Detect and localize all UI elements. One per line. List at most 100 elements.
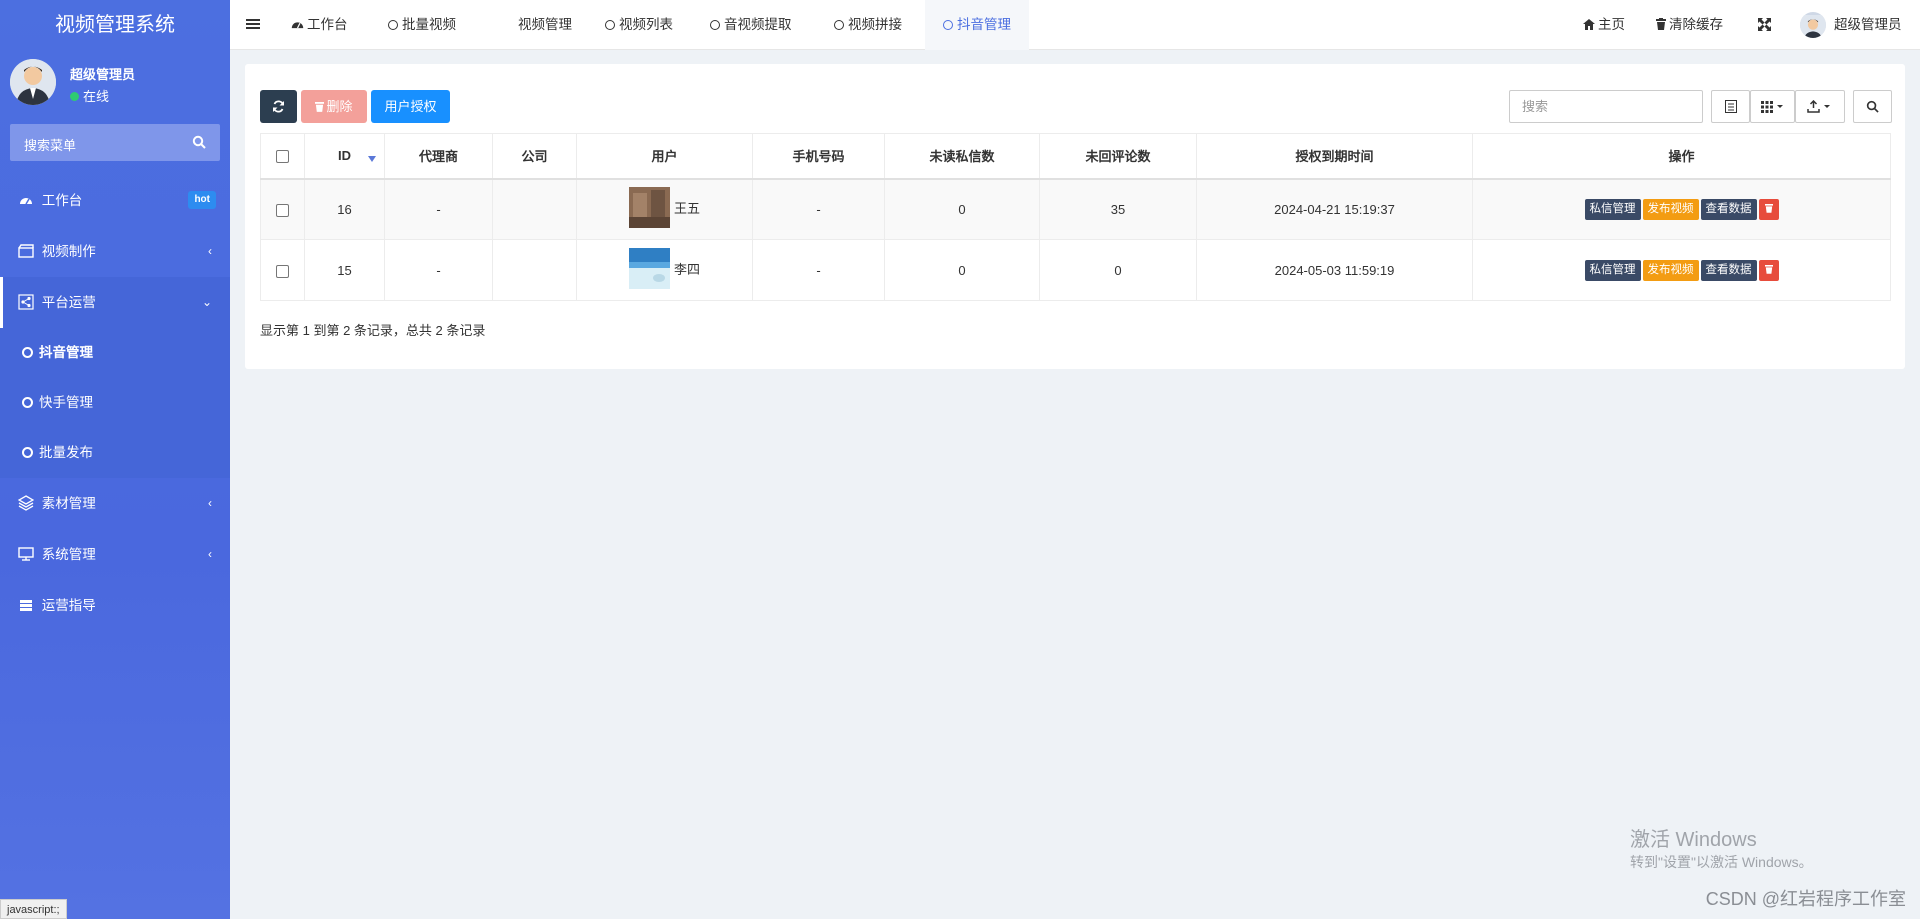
chevron-left-icon: ‹	[208, 244, 212, 258]
refresh-button[interactable]	[260, 90, 297, 123]
user-avatar	[10, 59, 56, 105]
column-header-unreplied: 未回评论数	[1039, 133, 1197, 180]
message-manage-button[interactable]: 私信管理	[1584, 198, 1641, 220]
sidebar-item-label: 运营指导	[41, 598, 96, 613]
user-thumbnail[interactable]	[628, 187, 670, 229]
select-all-checkbox[interactable]	[276, 150, 289, 164]
user-name-text: 李四	[673, 262, 700, 277]
fullscreen-button[interactable]	[1758, 0, 1771, 50]
cell-phone: -	[752, 178, 885, 240]
sidebar-item-platform-ops[interactable]: 平台运营 ⌄	[0, 277, 230, 328]
circle-icon	[388, 20, 398, 30]
column-header-id[interactable]: ID	[304, 133, 385, 180]
sidebar-subitem-douyin[interactable]: 抖音管理	[0, 328, 230, 378]
clear-cache-button[interactable]: 清除缓存	[1656, 0, 1723, 50]
table-header-row: ID 代理商 公司 用户 手机号码 未读私信数 未回评论数 授权到期时间 操作	[260, 133, 1891, 180]
user-avatar	[1800, 12, 1826, 39]
search-icon[interactable]	[192, 135, 206, 149]
sidebar-item-video-production[interactable]: 视频制作 ‹	[0, 226, 230, 277]
pagination-summary: 显示第 1 到第 2 条记录，总共 2 条记录	[260, 323, 486, 338]
view-data-button[interactable]: 查看数据	[1700, 198, 1757, 220]
sidebar-item-label: 系统管理	[41, 547, 96, 562]
row-checkbox[interactable]	[276, 203, 289, 217]
cell-company	[492, 239, 577, 301]
home-link[interactable]: 主页	[1583, 0, 1625, 50]
select-all-checkbox-cell[interactable]	[260, 133, 305, 180]
sidebar-item-dashboard[interactable]: 工作台 hot	[0, 175, 230, 226]
trash-icon	[315, 102, 325, 112]
user-status: 在线	[70, 86, 109, 105]
row-checkbox[interactable]	[276, 264, 289, 278]
cell-expire: 2024-04-21 15:19:37	[1196, 178, 1473, 240]
platform-ops-submenu: 抖音管理 快手管理 批量发布	[0, 328, 230, 478]
server-icon	[20, 600, 32, 611]
column-header-agent: 代理商	[384, 133, 493, 180]
delete-row-button[interactable]	[1758, 198, 1779, 220]
list-view-icon	[1725, 100, 1737, 113]
fullscreen-icon	[1758, 18, 1771, 31]
advanced-search-button[interactable]	[1853, 90, 1892, 123]
sidebar-item-label: 平台运营	[41, 295, 96, 310]
columns-dropdown-button[interactable]	[1750, 90, 1795, 123]
delete-row-button[interactable]	[1758, 259, 1779, 281]
online-dot-icon	[70, 92, 79, 101]
table-search-input[interactable]	[1509, 90, 1703, 123]
column-header-user: 用户	[576, 133, 753, 180]
delete-button[interactable]: 删除	[301, 90, 367, 123]
user-menu[interactable]: 超级管理员	[1800, 0, 1902, 50]
tab-batch-video[interactable]: 批量视频	[382, 0, 462, 50]
sidebar-menu: 工作台 hot 视频制作 ‹ 平台运营 ⌄ 抖音管理 快手管理 批量发布 素材管…	[0, 175, 230, 631]
content-panel: 删除 用户授权 ID 代理商 公司 用户 手机号码 未读私信数 未回评论数 授权…	[245, 64, 1905, 369]
cell-user: 李四	[576, 239, 753, 301]
tab-video-splice[interactable]: 视频拼接	[828, 0, 908, 50]
sidebar-item-materials[interactable]: 素材管理 ‹	[0, 478, 230, 529]
toggle-view-button[interactable]	[1711, 90, 1750, 123]
tab-dashboard[interactable]: 工作台	[285, 0, 354, 50]
menu-search-input[interactable]: 搜索菜单	[10, 124, 220, 161]
douyin-account-table: ID 代理商 公司 用户 手机号码 未读私信数 未回评论数 授权到期时间 操作 …	[260, 133, 1891, 301]
sidebar-item-system[interactable]: 系统管理 ‹	[0, 529, 230, 580]
cell-actions: 私信管理 发布视频 查看数据	[1472, 239, 1891, 301]
sort-desc-icon[interactable]	[368, 156, 376, 162]
user-thumbnail[interactable]	[628, 248, 670, 289]
row-checkbox-cell[interactable]	[260, 178, 305, 240]
top-navbar: 工作台 批量视频 视频管理 视频列表 音视频提取 视频拼接 抖音管理 主页 清除…	[230, 0, 1920, 50]
circle-icon	[22, 397, 33, 408]
circle-icon	[943, 20, 953, 30]
table-row: 16 - 王五 - 0 35 2024-04-21 15:19:37 私信管理发…	[260, 178, 1891, 240]
status-bar-url: javascript:;	[0, 899, 67, 919]
circle-icon	[605, 20, 615, 30]
column-header-unread: 未读私信数	[884, 133, 1040, 180]
home-icon	[1583, 19, 1595, 30]
film-icon	[18, 244, 34, 258]
cell-expire: 2024-05-03 11:59:19	[1196, 239, 1473, 301]
tab-video-list[interactable]: 视频列表	[599, 0, 679, 50]
cell-agent: -	[384, 178, 493, 240]
user-name-text: 王五	[673, 201, 700, 217]
refresh-icon	[273, 100, 284, 113]
row-checkbox-cell[interactable]	[260, 239, 305, 301]
sidebar-subitem-batch-publish[interactable]: 批量发布	[0, 428, 230, 478]
publish-video-button[interactable]: 发布视频	[1642, 259, 1699, 281]
column-header-expire: 授权到期时间	[1196, 133, 1473, 180]
trash-icon	[1764, 203, 1773, 213]
view-data-button[interactable]: 查看数据	[1700, 259, 1757, 281]
menu-toggle-icon[interactable]	[246, 17, 260, 31]
message-manage-button[interactable]: 私信管理	[1584, 259, 1641, 281]
cell-unread: 0	[884, 178, 1040, 240]
publish-video-button[interactable]: 发布视频	[1642, 198, 1699, 220]
circle-icon	[834, 20, 844, 30]
tab-av-extract[interactable]: 音视频提取	[704, 0, 798, 50]
cell-company	[492, 178, 577, 240]
cell-id: 16	[304, 178, 385, 240]
cell-unread: 0	[884, 239, 1040, 301]
user-auth-button[interactable]: 用户授权	[371, 90, 450, 123]
sidebar-item-ops-guide[interactable]: 运营指导	[0, 580, 230, 631]
app-title: 视频管理系统	[55, 14, 175, 36]
sidebar-subitem-kuaishou[interactable]: 快手管理	[0, 378, 230, 428]
tab-video-manage[interactable]: 视频管理	[512, 0, 578, 50]
export-dropdown-button[interactable]	[1795, 90, 1845, 123]
export-icon	[1807, 100, 1830, 113]
user-panel: 超级管理员 在线	[0, 50, 230, 114]
tab-douyin-manage[interactable]: 抖音管理	[925, 0, 1029, 50]
